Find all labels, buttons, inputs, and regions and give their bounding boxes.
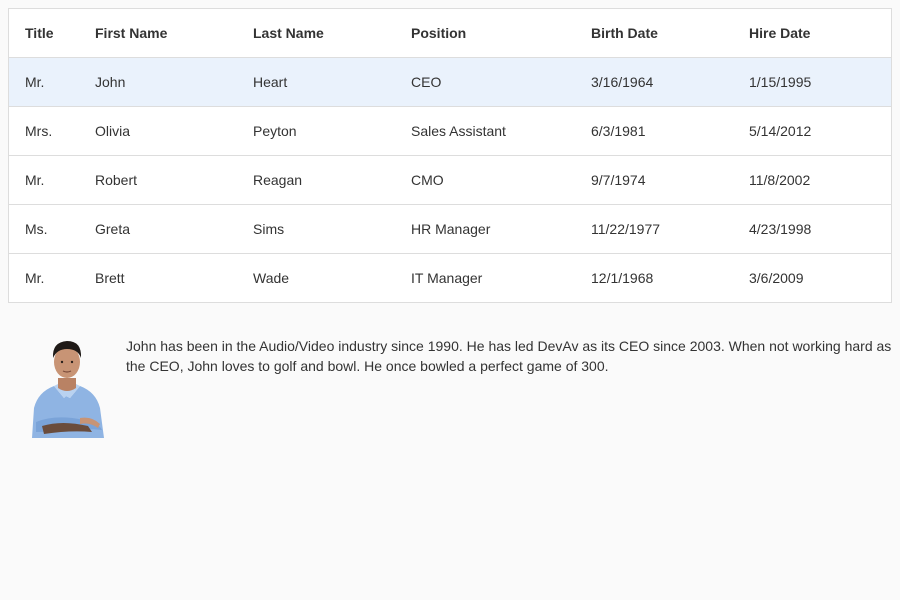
cell-position: IT Manager: [411, 270, 483, 286]
cell-title: Ms.: [25, 221, 48, 237]
table-row[interactable]: Mr. Brett Wade IT Manager 12/1/1968 3/6/…: [9, 254, 891, 302]
cell-birth-date: 12/1/1968: [591, 270, 654, 286]
cell-birth-date: 6/3/1981: [591, 123, 646, 139]
column-header-hire-date[interactable]: Hire Date: [749, 25, 891, 41]
cell-first-name: Brett: [95, 270, 125, 286]
cell-first-name: Greta: [95, 221, 131, 237]
table-row[interactable]: Mrs. Olivia Peyton Sales Assistant 6/3/1…: [9, 107, 891, 156]
employee-photo: [26, 336, 106, 438]
column-header-position[interactable]: Position: [411, 25, 591, 41]
cell-title: Mr.: [25, 172, 45, 188]
cell-hire-date: 5/14/2012: [749, 123, 812, 139]
cell-hire-date: 3/6/2009: [749, 270, 804, 286]
employee-notes: John has been in the Audio/Video industr…: [126, 338, 892, 374]
table-row[interactable]: Mr. John Heart CEO 3/16/1964 1/15/1995: [9, 58, 891, 107]
cell-hire-date: 1/15/1995: [749, 74, 812, 90]
cell-first-name: Olivia: [95, 123, 131, 139]
cell-last-name: Reagan: [253, 172, 303, 188]
cell-hire-date: 4/23/1998: [749, 221, 812, 237]
column-header-birth-date[interactable]: Birth Date: [591, 25, 749, 41]
cell-position: CEO: [411, 74, 442, 90]
grid-header-row: Title First Name Last Name Position Birt…: [9, 9, 891, 58]
employees-data-grid: Title First Name Last Name Position Birt…: [8, 8, 892, 303]
column-header-title[interactable]: Title: [9, 25, 95, 41]
cell-last-name: Peyton: [253, 123, 297, 139]
cell-position: CMO: [411, 172, 444, 188]
column-header-first-name[interactable]: First Name: [95, 25, 253, 41]
cell-title: Mr.: [25, 270, 45, 286]
cell-birth-date: 11/22/1977: [591, 221, 661, 237]
cell-last-name: Heart: [253, 74, 288, 90]
column-header-last-name[interactable]: Last Name: [253, 25, 411, 41]
cell-last-name: Sims: [253, 221, 285, 237]
cell-title: Mrs.: [25, 123, 53, 139]
employee-photo-icon: [32, 341, 104, 438]
cell-last-name: Wade: [253, 270, 290, 286]
cell-position: Sales Assistant: [411, 123, 506, 139]
table-row[interactable]: Ms. Greta Sims HR Manager 11/22/1977 4/2…: [9, 205, 891, 254]
cell-first-name: John: [95, 74, 126, 90]
table-row[interactable]: Mr. Robert Reagan CMO 9/7/1974 11/8/2002: [9, 156, 891, 205]
cell-hire-date: 11/8/2002: [749, 172, 811, 188]
cell-title: Mr.: [25, 74, 45, 90]
cell-first-name: Robert: [95, 172, 138, 188]
cell-birth-date: 9/7/1974: [591, 172, 646, 188]
cell-birth-date: 3/16/1964: [591, 74, 654, 90]
cell-position: HR Manager: [411, 221, 491, 237]
